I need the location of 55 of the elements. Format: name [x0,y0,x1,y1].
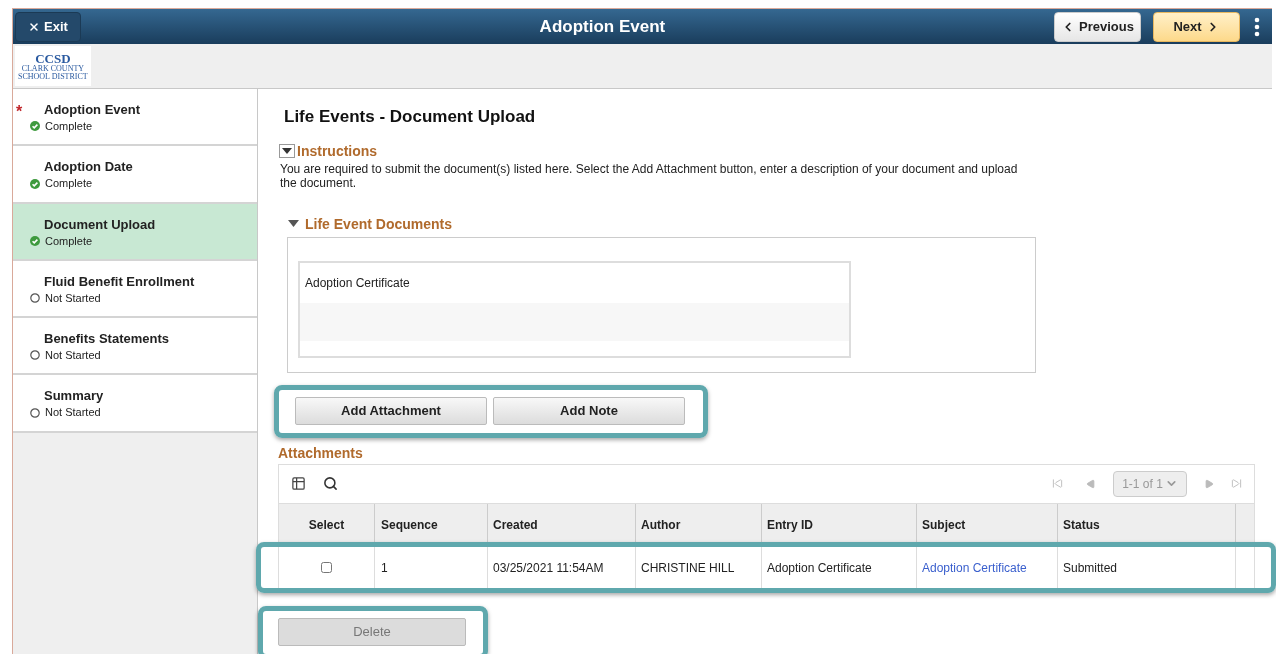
table-cell-text: 03/25/2021 11:54AM [493,559,604,577]
instructions-text: You are required to submit the document(s) listed here. Select the Add Attachment button, enter a description of your document and upload the document. [279,161,1019,190]
step-title: Adoption Event [44,102,142,118]
step-status: Not Started [45,348,101,364]
sidebar-item[interactable]: Document Upload Complete [13,203,257,261]
column-header: Author [636,503,762,547]
collapse-toggle-icon[interactable] [288,220,299,228]
section-heading: Attachments [278,443,364,463]
table-cell-text: Submitted [1063,559,1118,577]
close-icon [28,20,40,33]
table-cell-text: CHRISTINE HILL [641,559,735,577]
step-title: Adoption Date [44,159,134,176]
step-status: Not Started [45,290,101,306]
collapse-toggle-icon[interactable] [279,144,295,158]
section-heading: Instructions [297,141,378,161]
table-settings-icon[interactable] [291,476,306,491]
next-button[interactable]: Next [1153,11,1240,42]
step-status: Complete [45,119,93,134]
table-cell-text: 1 [381,559,388,577]
logo-text: CLARK COUNTY [21,64,85,73]
subject-link[interactable]: Adoption Certificate [922,558,1027,577]
sidebar-item[interactable]: Benefits Statements Not Started [13,318,257,376]
step-status: Complete [45,176,93,192]
section-heading: Life Event Documents [305,214,453,234]
previous-button[interactable]: Previous [1054,11,1141,42]
logo-text: SCHOOL DISTRICT [18,72,88,81]
sidebar-item[interactable]: Fluid Benefit Enrollment Not Started [13,260,257,319]
column-header: Entry ID [762,503,917,547]
required-mark: * [16,102,23,122]
exit-button[interactable]: Exit [15,11,81,42]
column-header: Select [279,503,375,547]
step-title: Fluid Benefit Enrollment [44,273,196,290]
delete-button: Delete [278,618,466,646]
page-heading: Life Events - Document Upload [283,106,537,128]
table-cell-text: Adoption Certificate [767,559,872,577]
step-title: Benefits Statements [44,331,170,348]
step-title: Summary [44,388,105,405]
action-button[interactable]: Add Note [493,397,685,425]
column-header: Status [1058,503,1236,547]
action-button[interactable]: Add Attachment [295,397,487,425]
column-header: Subject [917,503,1058,547]
more-menu-icon[interactable] [1254,16,1260,37]
row-checkbox[interactable] [321,562,332,573]
search-icon[interactable] [323,476,338,491]
step-title: Document Upload [44,216,157,233]
step-status: Complete [45,233,93,249]
document-name: Adoption Certificate [304,274,411,292]
logo-mark: CCSD [35,51,71,65]
sidebar-item[interactable]: * Adoption Event Complete [13,89,257,147]
sidebar-item[interactable]: Summary Not Started [13,375,257,433]
column-header: Created [488,503,636,547]
step-status: Not Started [45,405,101,421]
window-title: Adoption Event [539,15,666,38]
column-header: Sequence [375,503,488,547]
sidebar-item[interactable]: Adoption Date Complete [13,146,257,204]
